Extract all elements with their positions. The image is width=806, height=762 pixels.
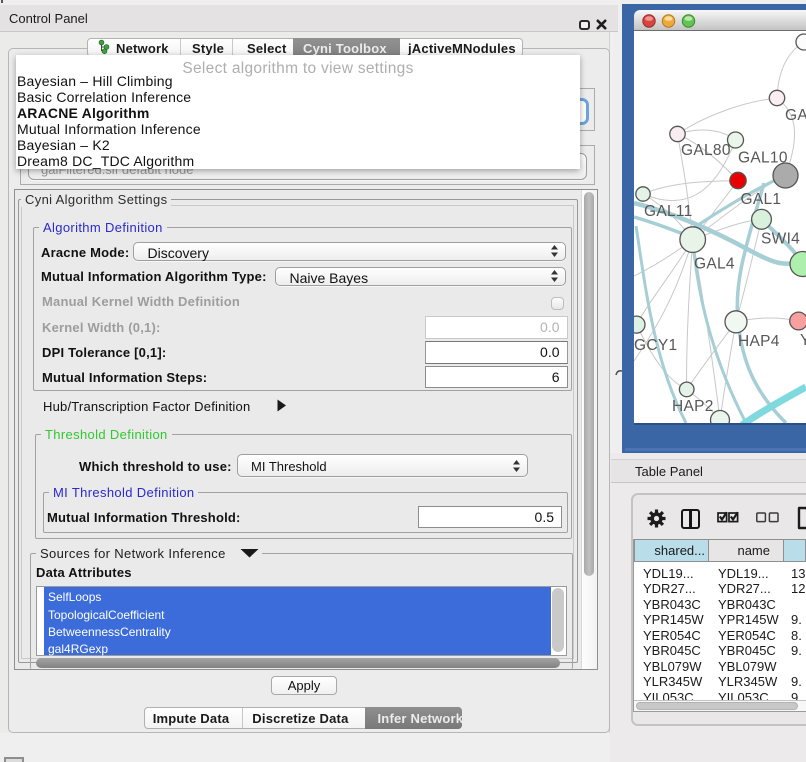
svg-text:GCY1: GCY1 xyxy=(634,337,677,354)
svg-text:GAL: GAL xyxy=(785,107,806,124)
svg-text:Y: Y xyxy=(800,332,806,349)
svg-text:GAL11: GAL11 xyxy=(644,203,693,220)
svg-text:GAL4: GAL4 xyxy=(694,256,735,273)
svg-text:HAP2: HAP2 xyxy=(672,398,714,415)
svg-text:GAL80: GAL80 xyxy=(681,142,731,159)
svg-text:GAL1: GAL1 xyxy=(741,191,782,208)
svg-text:HAP4: HAP4 xyxy=(738,333,780,350)
svg-text:GAL10: GAL10 xyxy=(738,150,788,167)
svg-text:SWI4: SWI4 xyxy=(761,231,800,248)
